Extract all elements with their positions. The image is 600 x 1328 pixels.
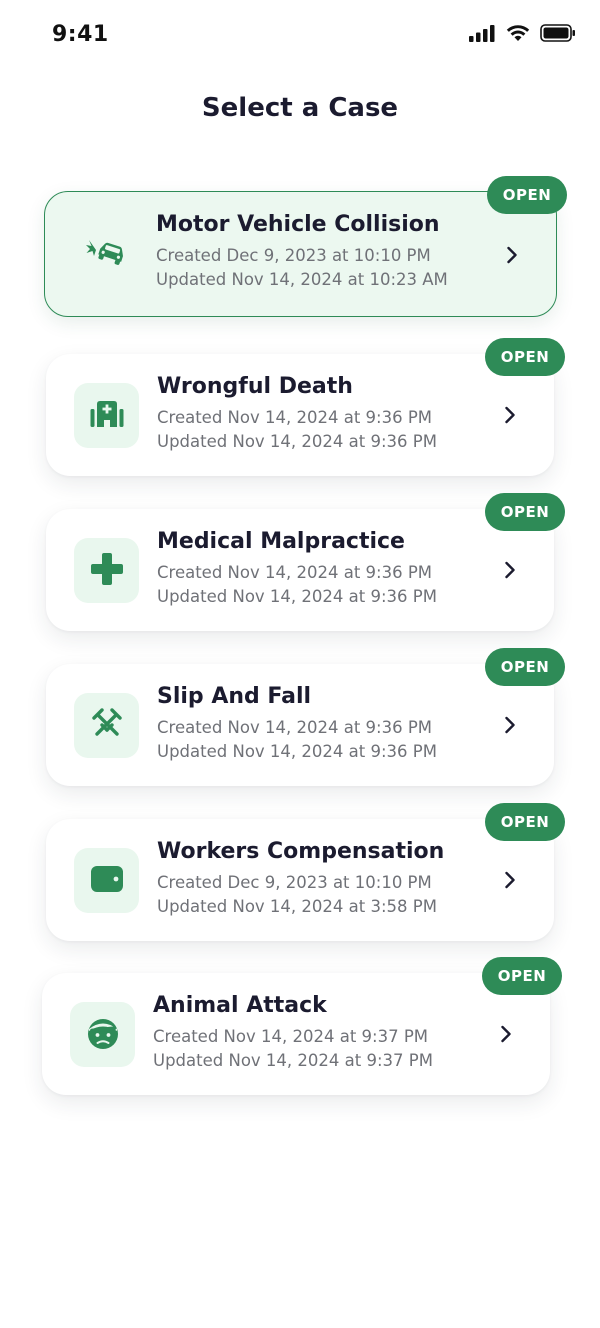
status-badge: OPEN [485,493,565,531]
icon-box [74,538,139,603]
status-icons [468,24,576,46]
icon-box [74,848,139,913]
case-title: Motor Vehicle Collision [156,212,440,237]
chevron-right-icon [496,1023,516,1045]
status-badge: OPEN [487,176,567,214]
chevron-right-icon [502,244,522,266]
case-title: Workers Compensation [157,839,445,864]
hospital-icon [90,399,124,433]
case-title: Slip And Fall [157,684,312,709]
case-updated-date: Updated Nov 14, 2024 at 9:36 PM [157,432,437,451]
case-card-medical-malpractice[interactable]: Medical Malpractice Created Nov 14, 2024… [46,509,554,631]
chevron-right-icon [500,714,520,736]
status-badge: OPEN [485,648,565,686]
signal-icon [468,24,496,46]
car-crash-icon [85,238,126,272]
status-time: 9:41 [52,22,109,47]
case-created-date: Created Nov 14, 2024 at 9:36 PM [157,563,433,582]
status-badge: OPEN [482,957,562,995]
case-created-date: Created Nov 14, 2024 at 9:36 PM [157,718,433,737]
icon-box [74,383,139,448]
case-created-date: Created Dec 9, 2023 at 10:10 PM [157,873,432,892]
case-updated-date: Updated Nov 14, 2024 at 9:36 PM [157,742,437,761]
icon-box [70,1002,135,1067]
battery-icon [540,24,576,46]
status-badge: OPEN [485,803,565,841]
status-badge: OPEN [485,338,565,376]
wifi-icon [506,24,530,46]
chevron-right-icon [500,559,520,581]
case-updated-date: Updated Nov 14, 2024 at 3:58 PM [157,897,437,916]
crutches-icon [90,707,124,744]
case-card-motor-vehicle-collision[interactable]: Motor Vehicle Collision Created Dec 9, 2… [44,191,557,317]
wallet-icon [90,865,124,897]
icon-box [73,222,138,287]
case-created-date: Created Nov 14, 2024 at 9:37 PM [153,1027,429,1046]
case-title: Medical Malpractice [157,529,405,554]
icon-box [74,693,139,758]
case-updated-date: Updated Nov 14, 2024 at 9:37 PM [153,1051,433,1070]
chevron-right-icon [500,404,520,426]
chevron-right-icon [500,869,520,891]
case-title: Wrongful Death [157,374,353,399]
case-created-date: Created Nov 14, 2024 at 9:36 PM [157,408,433,427]
case-updated-date: Updated Nov 14, 2024 at 9:36 PM [157,587,437,606]
case-updated-date: Updated Nov 14, 2024 at 10:23 AM [156,270,448,289]
case-created-date: Created Dec 9, 2023 at 10:10 PM [156,246,431,265]
case-card-slip-and-fall[interactable]: Slip And Fall Created Nov 14, 2024 at 9:… [46,664,554,786]
page-title: Select a Case [201,93,399,123]
status-bar: 9:41 [0,0,600,72]
case-title: Animal Attack [153,993,327,1018]
injured-face-icon [86,1016,120,1054]
case-card-wrongful-death[interactable]: Wrongful Death Created Nov 14, 2024 at 9… [46,354,554,476]
medical-cross-icon [90,552,124,590]
case-card-animal-attack[interactable]: Animal Attack Created Nov 14, 2024 at 9:… [42,973,550,1095]
case-card-workers-compensation[interactable]: Workers Compensation Created Dec 9, 2023… [46,819,554,941]
